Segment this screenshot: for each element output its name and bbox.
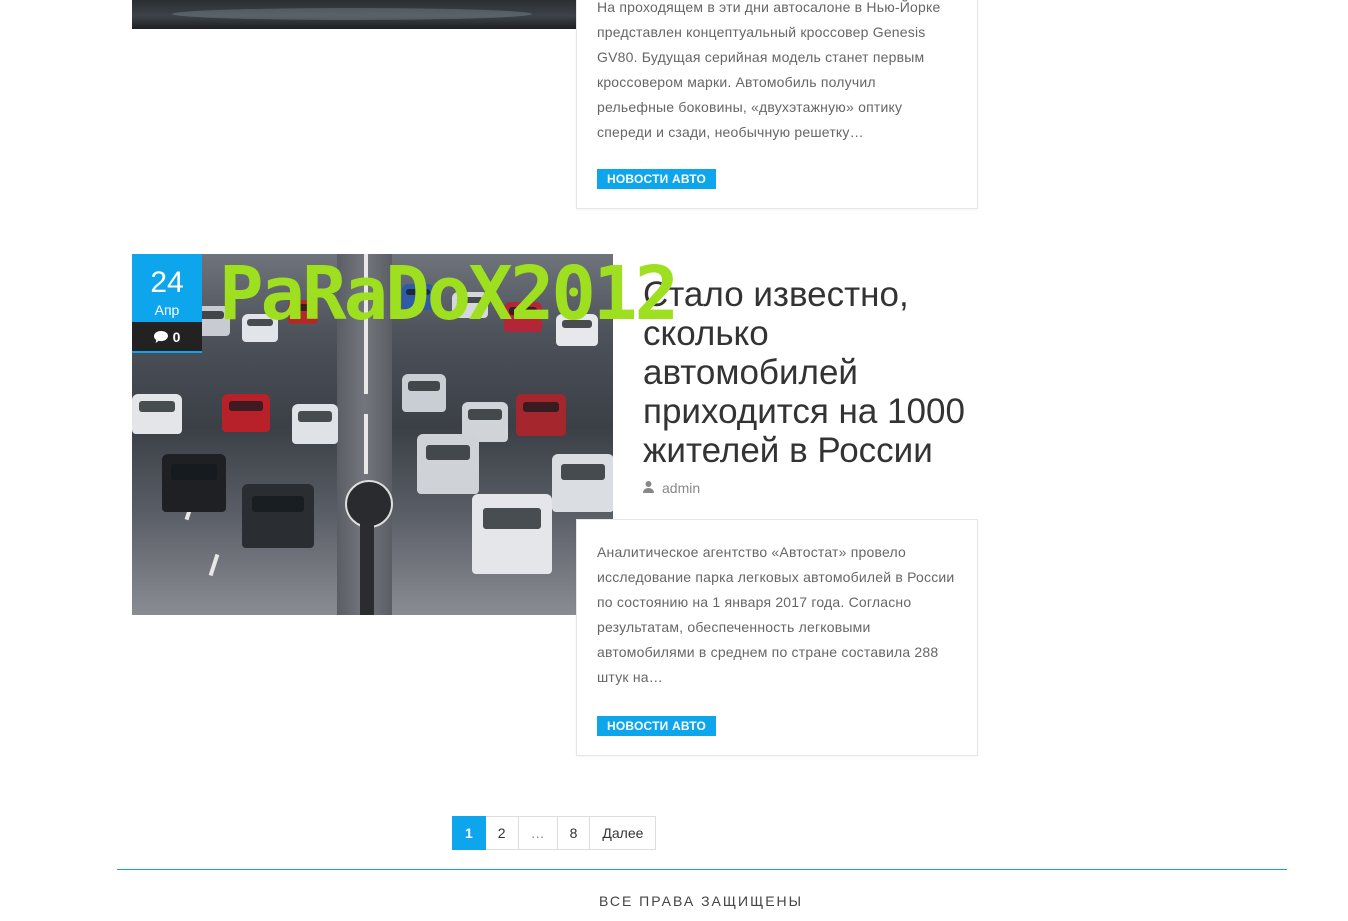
- comment-icon: [153, 330, 168, 343]
- post-2-title[interactable]: Стало известно, сколько автомобилей прих…: [643, 275, 983, 470]
- car: [132, 394, 182, 434]
- post-2-comments-link[interactable]: 0: [132, 322, 202, 353]
- next-page-button[interactable]: Далее: [590, 816, 657, 850]
- user-icon: [643, 480, 654, 496]
- car: [504, 302, 542, 332]
- car: [242, 484, 314, 548]
- post-2-author: admin: [662, 480, 701, 496]
- car: [402, 374, 446, 412]
- pagination: 1 2 … 8 Далее: [452, 816, 657, 850]
- post-2-thumbnail[interactable]: [132, 254, 613, 615]
- car: [242, 314, 278, 342]
- car: [417, 434, 479, 494]
- car: [516, 394, 566, 436]
- car: [552, 454, 613, 512]
- post-2-date-badge: 24 Апр: [132, 254, 202, 322]
- post-2-author-link[interactable]: admin: [643, 480, 700, 496]
- car: [556, 314, 598, 346]
- post-2-date-month: Апр: [154, 302, 180, 318]
- page-ellipsis: …: [518, 816, 558, 850]
- post-1-excerpt: На проходящем в эти дни автосалоне в Нью…: [597, 0, 941, 140]
- car: [452, 292, 488, 318]
- car: [162, 454, 226, 512]
- post-2-date-day: 24: [150, 266, 184, 299]
- footer-divider: [117, 869, 1287, 870]
- post-1-excerpt-box: На проходящем в эти дни автосалоне в Нью…: [576, 0, 978, 209]
- page-link-1[interactable]: 1: [452, 816, 486, 850]
- car: [292, 404, 338, 444]
- lane-marking: [364, 254, 368, 394]
- car: [222, 394, 270, 432]
- road-sign-pole: [360, 524, 374, 615]
- car: [288, 300, 318, 324]
- lane-marking: [208, 553, 220, 577]
- post-2-comment-count: 0: [172, 328, 181, 345]
- post-2-excerpt: Аналитическое агентство «Автостат» прове…: [597, 544, 955, 685]
- footer-copyright: ВСЕ ПРАВА ЗАЩИЩЕНЫ: [598, 893, 804, 909]
- post-1-category-tag[interactable]: НОВОСТИ АВТО: [597, 169, 716, 189]
- post-2-category-tag[interactable]: НОВОСТИ АВТО: [597, 716, 716, 736]
- car: [402, 284, 434, 310]
- car: [472, 494, 552, 574]
- page-link-2[interactable]: 2: [485, 816, 519, 850]
- lane-marking: [364, 414, 368, 474]
- road-sign: [345, 480, 393, 528]
- post-2-excerpt-box: Аналитическое агентство «Автостат» прове…: [576, 519, 978, 756]
- post-1-thumbnail[interactable]: [132, 0, 577, 29]
- page-link-8[interactable]: 8: [557, 816, 591, 850]
